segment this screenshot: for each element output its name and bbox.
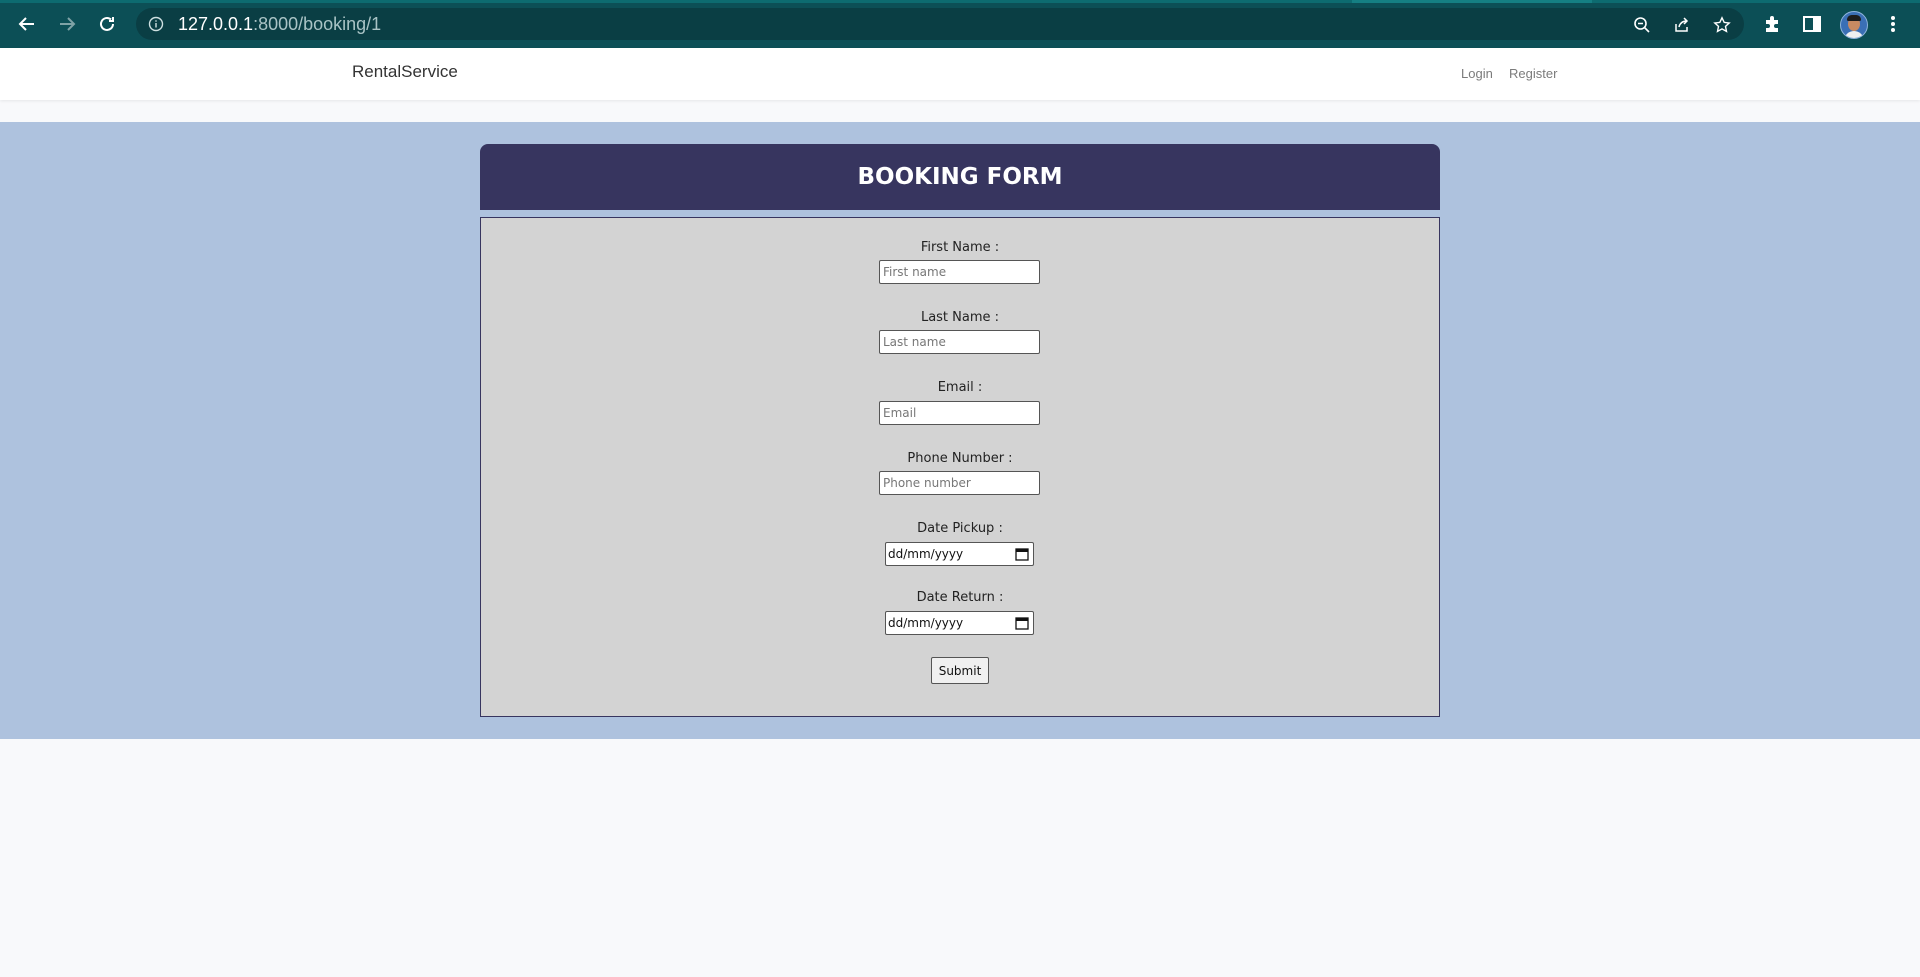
reload-button[interactable] (92, 9, 122, 39)
browser-toolbar: 127.0.0.1:8000/booking/1 (0, 0, 1920, 48)
tab-strip-segment (1352, 0, 1592, 3)
url-host: 127.0.0.1 (178, 14, 254, 34)
calendar-icon[interactable] (1015, 616, 1029, 630)
date-pickup-input[interactable]: dd/mm/yyyy (885, 542, 1034, 566)
email-label: Email : (937, 380, 983, 395)
back-button[interactable] (12, 9, 42, 39)
url-text: 127.0.0.1:8000/booking/1 (178, 14, 381, 35)
email-input[interactable] (879, 401, 1040, 425)
sidebar-icon[interactable] (1801, 13, 1823, 35)
avatar-body (1844, 31, 1864, 38)
reload-icon (100, 16, 114, 31)
first-name-label: First Name : (920, 240, 1000, 255)
zoom-out-icon[interactable] (1633, 16, 1651, 34)
star-icon[interactable] (1713, 16, 1731, 34)
url-path: :8000/booking/1 (253, 14, 382, 34)
submit-button[interactable]: Submit (931, 657, 989, 684)
extensions-icon[interactable] (1761, 13, 1783, 35)
tab-strip-edge (0, 0, 1920, 3)
login-link[interactable]: Login (1461, 66, 1493, 81)
forward-icon (60, 17, 76, 31)
address-bar[interactable]: 127.0.0.1:8000/booking/1 (136, 8, 1744, 40)
phone-number-input[interactable] (879, 471, 1040, 495)
info-icon[interactable] (148, 16, 164, 32)
date-return-value: dd/mm/yyyy (888, 616, 964, 630)
forward-button[interactable] (52, 9, 82, 39)
date-pickup-value: dd/mm/yyyy (888, 547, 964, 561)
date-return-label: Date Return : (916, 590, 1004, 605)
profile-avatar[interactable] (1840, 11, 1868, 39)
phone-number-label: Phone Number : (907, 451, 1013, 466)
form-header: BOOKING FORM (480, 144, 1440, 210)
calendar-icon[interactable] (1015, 547, 1029, 561)
avatar-hair (1847, 15, 1861, 21)
register-link[interactable]: Register (1509, 66, 1557, 81)
back-icon (18, 17, 34, 31)
menu-icon[interactable] (1882, 13, 1904, 35)
share-icon[interactable] (1673, 16, 1691, 34)
date-return-input[interactable]: dd/mm/yyyy (885, 611, 1034, 635)
booking-form: First Name : Last Name : Email : Phone N… (480, 217, 1440, 717)
date-pickup-label: Date Pickup : (917, 521, 1003, 536)
first-name-input[interactable] (879, 260, 1040, 284)
last-name-label: Last Name : (920, 310, 1000, 325)
site-navbar: RentalService Login Register (0, 48, 1920, 100)
last-name-input[interactable] (879, 330, 1040, 354)
brand-link[interactable]: RentalService (352, 62, 458, 82)
form-title: BOOKING FORM (857, 164, 1063, 190)
